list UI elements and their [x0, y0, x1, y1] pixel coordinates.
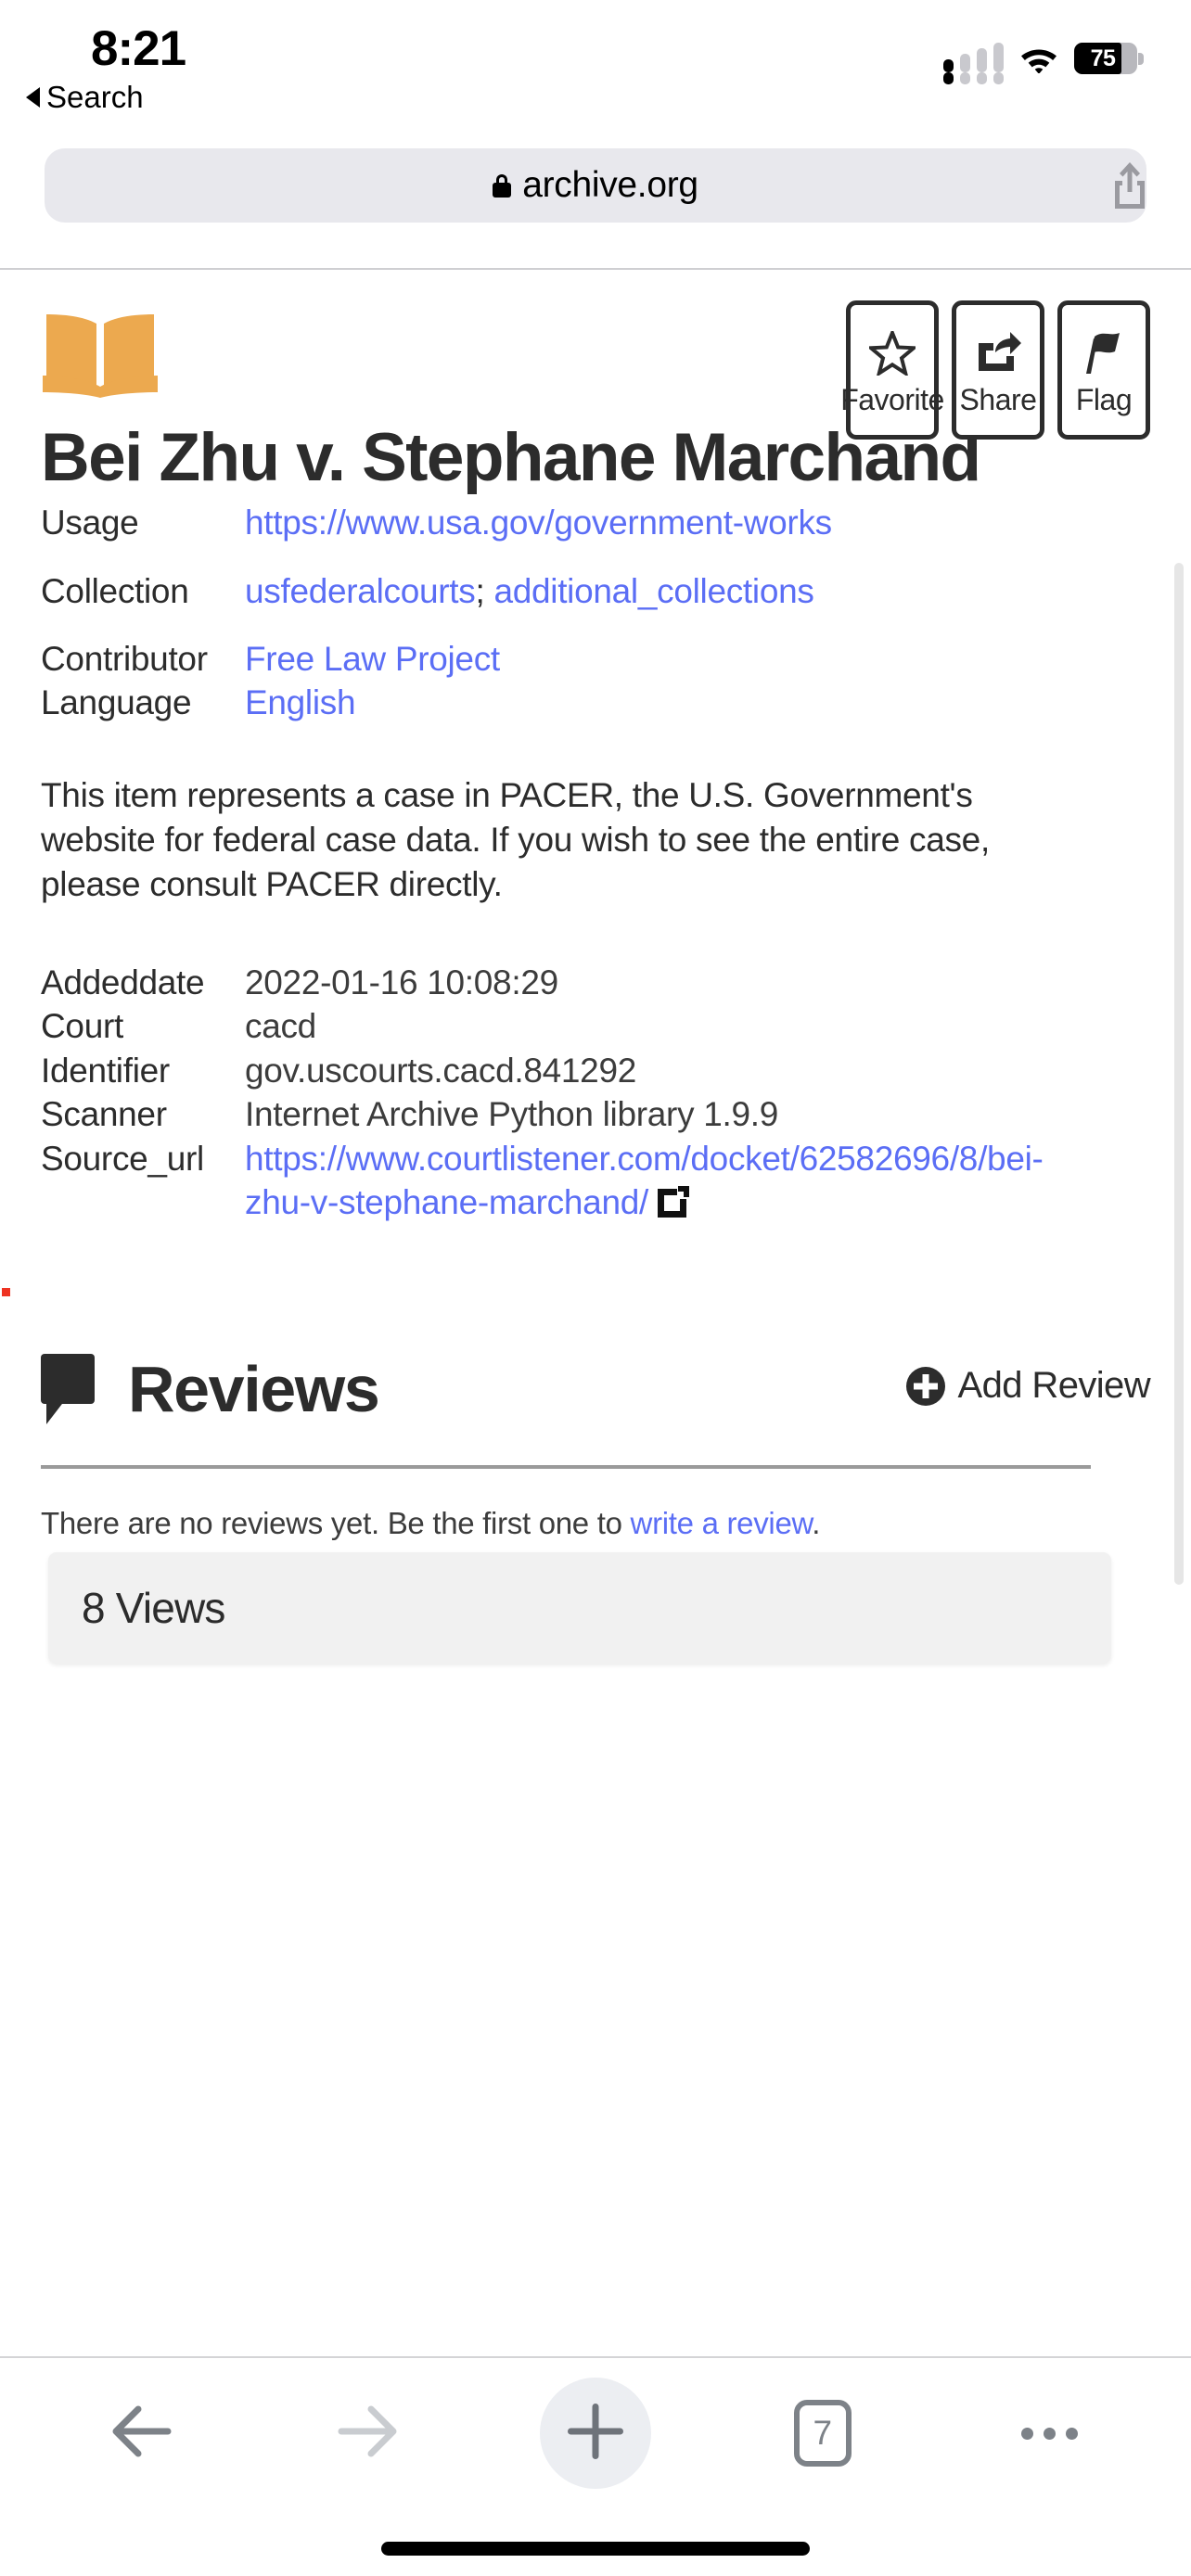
status-bar-clock: 8:21	[91, 21, 186, 76]
browser-toolbar: 7	[0, 2356, 1191, 2576]
plus-icon	[563, 2399, 628, 2468]
metadata-value: https://www.courtlistener.com/docket/625…	[245, 1137, 1094, 1229]
more-button[interactable]	[994, 2378, 1106, 2489]
toolbar-divider	[0, 2356, 1191, 2358]
views-card: 8 Views	[48, 1552, 1111, 1664]
metadata-key: Court	[41, 1007, 123, 1046]
flag-button[interactable]: Flag	[1057, 300, 1150, 440]
write-a-review-link[interactable]: write a review	[631, 1506, 813, 1540]
back-to-search-label: Search	[46, 80, 144, 114]
star-outline-icon	[869, 329, 916, 377]
tabs-button[interactable]: 7	[767, 2378, 878, 2489]
favorite-button-label: Favorite	[840, 383, 944, 416]
metadata-key: Language	[41, 683, 192, 722]
arrow-right-icon	[338, 2405, 399, 2462]
add-review-button[interactable]: Add Review	[905, 1365, 1151, 1407]
metadata-key: Addeddate	[41, 963, 205, 1002]
external-link-icon[interactable]	[657, 1184, 689, 1228]
back-triangle-icon	[26, 87, 40, 108]
metadata-key: Source_url	[41, 1139, 204, 1178]
arrow-left-icon	[110, 2405, 172, 2462]
battery-icon: 75	[1074, 43, 1144, 74]
reviews-empty-suffix: .	[812, 1506, 821, 1541]
usage-link[interactable]: https://www.usa.gov/government-works	[245, 504, 832, 542]
favorite-button[interactable]: Favorite	[840, 300, 944, 440]
item-action-buttons: Favorite Share Flag	[840, 300, 1150, 440]
item-description: This item represents a case in PACER, th…	[41, 775, 990, 903]
metadata-table-bottom: Addeddate 2022-01-16 10:08:29 Court cacd…	[41, 961, 1094, 1228]
open-book-icon	[41, 307, 160, 398]
item-header: Favorite Share Flag	[41, 270, 1150, 440]
flag-icon	[1082, 329, 1125, 377]
battery-percent-label: 75	[1090, 45, 1116, 71]
browser-chrome-top: archive.org	[0, 134, 1191, 268]
ellipsis-icon	[1021, 2427, 1079, 2440]
lock-icon	[493, 173, 512, 198]
metadata-value: gov.uscourts.cacd.841292	[245, 1051, 637, 1090]
speech-bubble-icon	[41, 1354, 102, 1425]
metadata-value: https://www.usa.gov/government-works	[245, 501, 1094, 544]
metadata-row: Collection usfederalcourts; additional_c…	[41, 569, 1094, 613]
metadata-key: Scanner	[41, 1095, 167, 1134]
source-url-link[interactable]: https://www.courtlistener.com/docket/625…	[245, 1140, 1044, 1221]
web-page-content: Favorite Share Flag Bei Zhu v. Stephane …	[0, 270, 1191, 2356]
status-bar: 8:21 75	[0, 0, 1191, 93]
metadata-value: Internet Archive Python library 1.9.9	[245, 1095, 779, 1134]
back-button[interactable]	[85, 2378, 197, 2489]
metadata-spacer	[41, 613, 1094, 637]
collection-link-1[interactable]: usfederalcourts	[245, 572, 476, 610]
add-review-label: Add Review	[957, 1365, 1151, 1407]
metadata-value: usfederalcourts; additional_collections	[245, 569, 1094, 613]
metadata-value: Free Law Project	[245, 637, 1094, 681]
forward-button[interactable]	[313, 2378, 424, 2489]
table-row: Court cacd	[41, 1004, 1094, 1048]
metadata-table-top: Usage https://www.usa.gov/government-wor…	[41, 501, 1094, 724]
tab-count-badge: 7	[793, 2400, 852, 2467]
plus-circle-icon	[905, 1366, 945, 1406]
toolbar-buttons: 7	[0, 2364, 1191, 2503]
reviews-empty-prefix: There are no reviews yet. Be the first o…	[41, 1506, 631, 1541]
metadata-value: 2022-01-16 10:08:29	[245, 963, 558, 1002]
cellular-signal-icon	[943, 43, 1004, 84]
table-row: Addeddate 2022-01-16 10:08:29	[41, 961, 1094, 1004]
table-row: Source_url https://www.courtlistener.com…	[41, 1137, 1094, 1229]
address-bar[interactable]: archive.org	[45, 148, 1146, 223]
reviews-header: Reviews Add Review	[41, 1341, 1151, 1437]
new-tab-button[interactable]	[539, 2378, 651, 2489]
metadata-spacer	[41, 545, 1094, 569]
reviews-empty-message: There are no reviews yet. Be the first o…	[41, 1506, 1150, 1541]
share-button-label: Share	[959, 383, 1037, 416]
collection-link-2[interactable]: additional_collections	[493, 572, 813, 610]
share-button[interactable]: Share	[952, 300, 1044, 440]
metadata-key: Identifier	[41, 1051, 170, 1090]
metadata-value: cacd	[245, 1007, 316, 1046]
metadata-key: Usage	[41, 504, 139, 542]
metadata-key: Contributor	[41, 640, 208, 679]
reviews-title: Reviews	[128, 1353, 380, 1426]
metadata-row: Usage https://www.usa.gov/government-wor…	[41, 501, 1094, 544]
reviews-divider	[41, 1465, 1091, 1470]
home-indicator[interactable]	[381, 2542, 810, 2556]
back-to-search-link[interactable]: Search	[26, 80, 144, 115]
metadata-row: Language English	[41, 681, 1094, 724]
flag-button-label: Flag	[1075, 383, 1133, 416]
share-arrow-icon	[975, 329, 1021, 377]
page-container: Favorite Share Flag Bei Zhu v. Stephane …	[0, 270, 1191, 1664]
battery-cap	[1138, 53, 1144, 65]
metadata-value: English	[245, 681, 1094, 724]
metadata-row: Contributor Free Law Project	[41, 637, 1094, 681]
language-link[interactable]: English	[245, 683, 356, 721]
table-row: Identifier gov.uscourts.cacd.841292	[41, 1049, 1094, 1092]
status-bar-indicators: 75	[943, 43, 1144, 84]
metadata-key: Collection	[41, 571, 189, 610]
collection-separator: ;	[475, 571, 494, 610]
address-bar-content: archive.org	[493, 165, 698, 206]
address-bar-url: archive.org	[522, 165, 698, 205]
views-count-label: 8 Views	[82, 1584, 225, 1633]
contributor-link[interactable]: Free Law Project	[245, 640, 500, 678]
table-row: Scanner Internet Archive Python library …	[41, 1092, 1094, 1136]
share-ios-icon[interactable]	[1109, 160, 1150, 210]
wifi-icon	[1018, 44, 1059, 74]
